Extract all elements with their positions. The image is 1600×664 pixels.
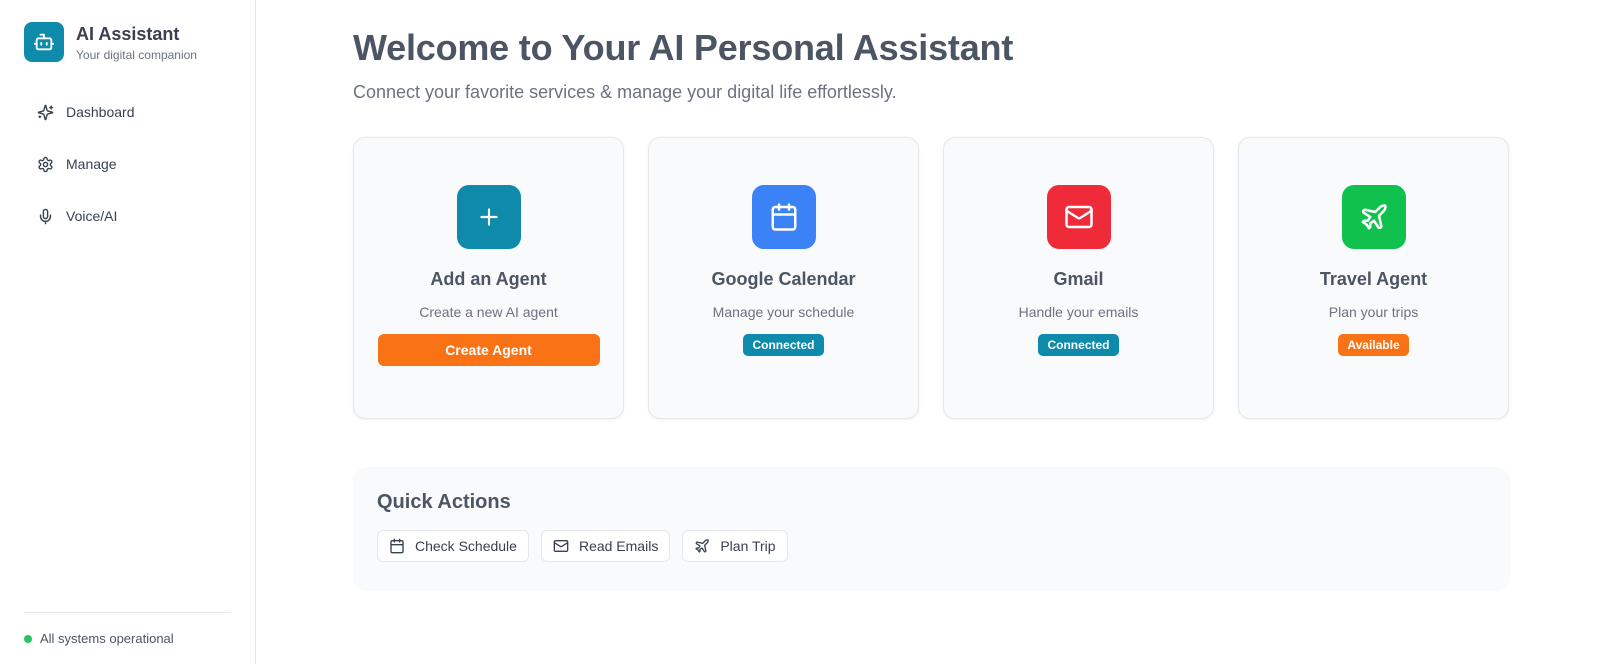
status-dot [24, 635, 32, 643]
sidebar-item-dashboard[interactable]: Dashboard [24, 92, 231, 132]
card-title: Gmail [1053, 269, 1104, 289]
brand: AI Assistant Your digital companion [0, 0, 255, 62]
card-title: Google Calendar [711, 269, 856, 289]
page-subtitle: Connect your favorite services & manage … [353, 82, 897, 102]
sidebar-item-label: Manage [66, 156, 117, 172]
brand-subtitle: Your digital companion [76, 47, 197, 62]
plan-trip-button[interactable]: Plan Trip [682, 530, 788, 562]
status-badge: Connected [743, 334, 824, 356]
calendar-icon [389, 538, 405, 554]
quick-action-label: Plan Trip [720, 538, 776, 554]
calendar-icon [751, 185, 816, 249]
status-text: All systems operational [40, 631, 174, 646]
card-title: Travel Agent [1319, 269, 1428, 289]
sparkles-icon [36, 103, 54, 121]
read-emails-button[interactable]: Read Emails [540, 530, 671, 562]
quick-action-label: Read Emails [578, 538, 659, 554]
sidebar-item-label: Voice/AI [66, 208, 118, 224]
card-description: Plan your trips [1328, 304, 1419, 320]
card-description: Create a new AI agent [419, 304, 558, 320]
system-status: All systems operational [24, 612, 231, 664]
status-badge: Connected [1038, 334, 1119, 356]
plane-icon [694, 538, 710, 554]
bot-icon [24, 22, 64, 62]
plus-icon [456, 185, 521, 249]
brand-title: AI Assistant [76, 23, 180, 44]
mail-icon [1046, 185, 1111, 249]
card-description: Manage your schedule [712, 304, 855, 320]
sidebar: AI Assistant Your digital companion Dash… [0, 0, 256, 664]
mic-icon [36, 207, 54, 225]
card-title: Add an Agent [430, 269, 547, 289]
quick-actions-title: Quick Actions [377, 491, 511, 513]
service-cards: Add an Agent Create a new AI agent Creat… [353, 137, 1600, 419]
gear-icon [36, 155, 54, 173]
sidebar-item-label: Dashboard [66, 104, 135, 120]
card-add-agent: Add an Agent Create a new AI agent Creat… [353, 137, 624, 419]
main-content: Welcome to Your AI Personal Assistant Co… [256, 0, 1600, 664]
create-agent-button[interactable]: Create Agent [377, 334, 600, 366]
plane-icon [1341, 185, 1406, 249]
card-travel-agent[interactable]: Travel Agent Plan your trips Available [1238, 137, 1509, 419]
quick-action-label: Check Schedule [415, 538, 517, 554]
card-description: Handle your emails [1018, 304, 1139, 320]
card-gmail[interactable]: Gmail Handle your emails Connected [943, 137, 1214, 419]
check-schedule-button[interactable]: Check Schedule [377, 530, 529, 562]
quick-actions-panel: Quick Actions Check Schedule Read Emails [353, 467, 1510, 591]
sidebar-item-manage[interactable]: Manage [24, 144, 231, 184]
sidebar-item-voice-ai[interactable]: Voice/AI [24, 196, 231, 236]
status-badge: Available [1338, 334, 1409, 356]
card-google-calendar[interactable]: Google Calendar Manage your schedule Con… [648, 137, 919, 419]
mail-icon [553, 538, 569, 554]
page-title: Welcome to Your AI Personal Assistant [353, 27, 1014, 68]
sidebar-nav: Dashboard Manage Voice/AI [0, 92, 255, 236]
